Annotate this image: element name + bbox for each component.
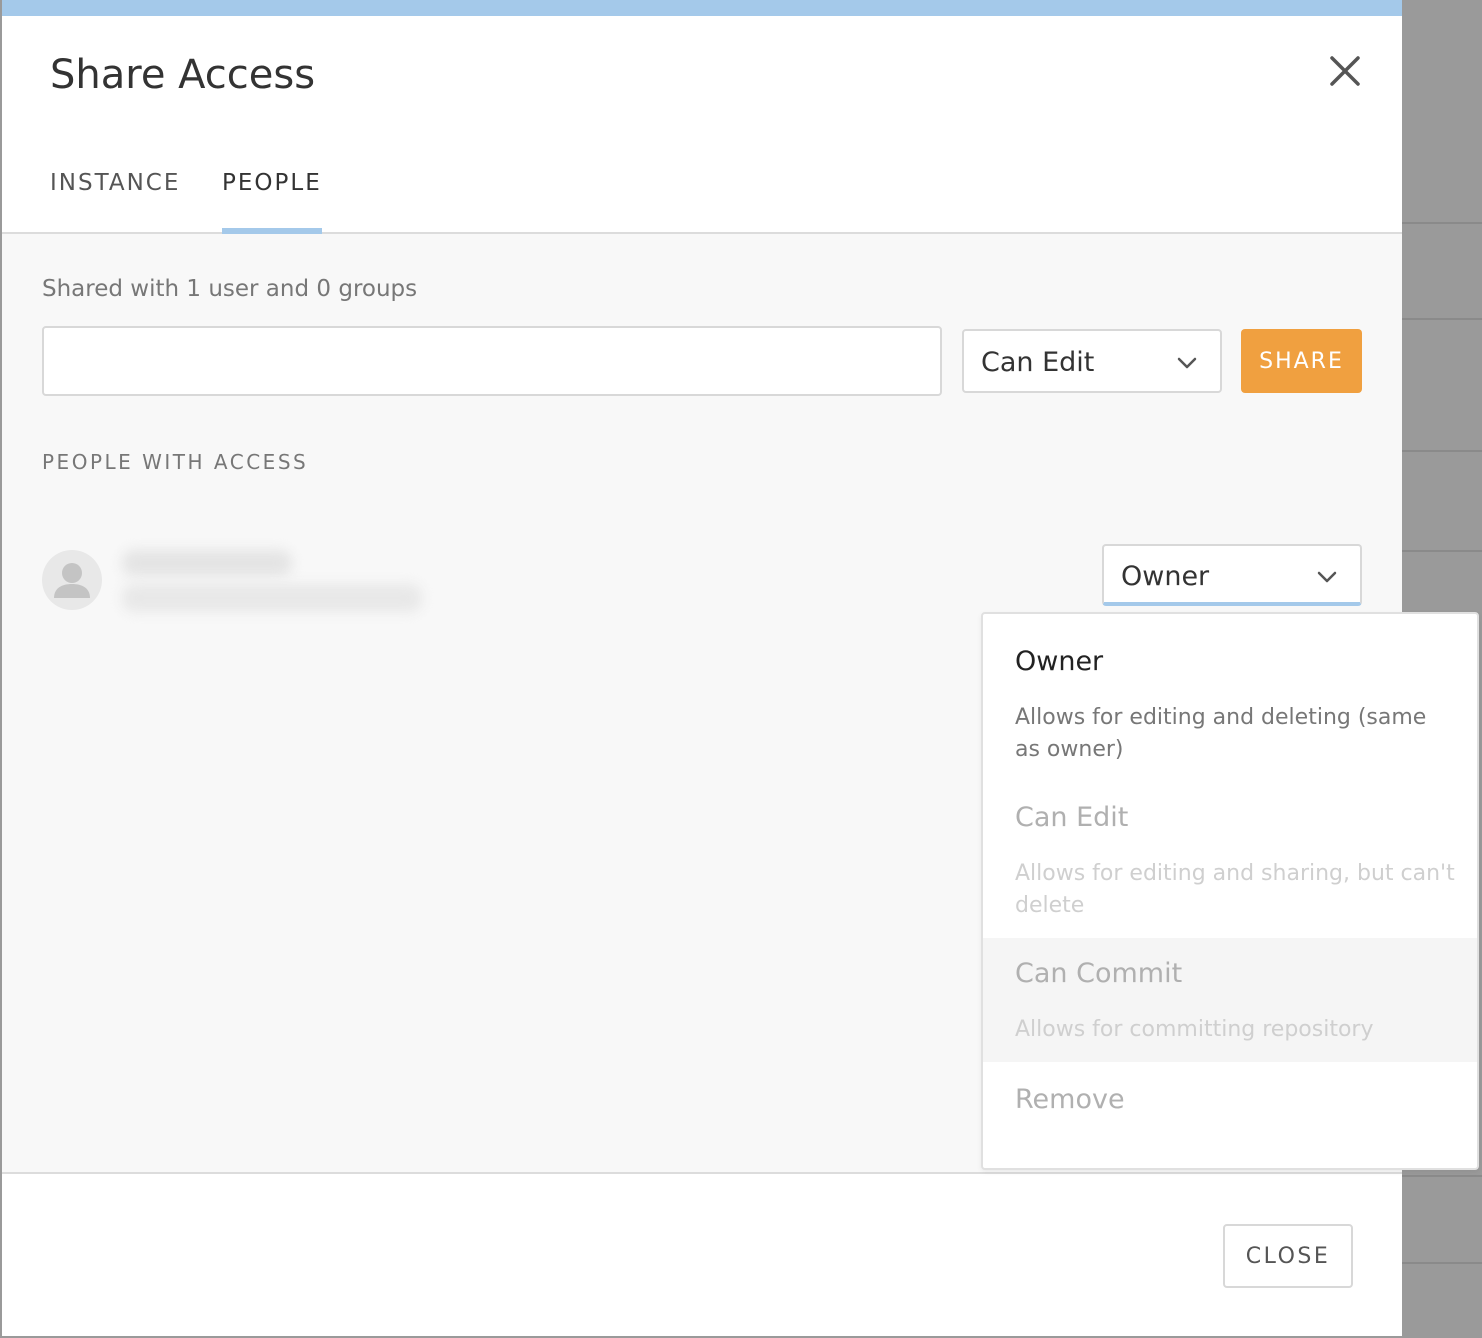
role-option-description: Allows for committing repository	[1015, 1017, 1374, 1042]
permission-select-value: Can Edit	[981, 347, 1095, 378]
redacted-user-name	[122, 550, 292, 576]
user-role-value: Owner	[1121, 561, 1210, 592]
role-option-title: Can Commit	[1015, 958, 1183, 989]
backdrop-divider	[1402, 1262, 1482, 1264]
dialog-accent-bar	[2, 0, 1402, 16]
redacted-user-email	[122, 584, 422, 612]
chevron-down-icon	[1317, 571, 1337, 583]
role-option-title: Remove	[1015, 1084, 1125, 1115]
close-icon[interactable]	[1320, 50, 1366, 96]
role-option-title: Owner	[1015, 646, 1104, 677]
share-user-input[interactable]	[42, 326, 942, 396]
close-button[interactable]: CLOSE	[1223, 1224, 1353, 1288]
tab-instance-label: INSTANCE	[50, 170, 181, 196]
user-role-select[interactable]: Owner	[1102, 544, 1362, 606]
backdrop-divider	[1402, 318, 1482, 320]
role-option-title: Can Edit	[1015, 802, 1129, 833]
role-option-can-commit[interactable]: Can Commit Allows for committing reposit…	[983, 938, 1477, 1062]
tab-people-label: PEOPLE	[222, 170, 322, 196]
backdrop-divider	[1402, 550, 1482, 552]
user-avatar-icon	[42, 550, 102, 610]
share-button[interactable]: SHARE	[1241, 329, 1362, 393]
tab-instance[interactable]: INSTANCE	[50, 170, 180, 232]
permission-select[interactable]: Can Edit	[962, 329, 1222, 393]
role-option-description: Allows for editing and deleting (same as…	[1015, 705, 1427, 762]
role-option-can-edit[interactable]: Can Edit Allows for editing and sharing,…	[983, 784, 1477, 938]
role-option-description: Allows for editing and sharing, but can'…	[1015, 861, 1455, 918]
dialog-title: Share Access	[50, 52, 316, 98]
backdrop-divider	[1402, 222, 1482, 224]
shared-summary-text: Shared with 1 user and 0 groups	[42, 276, 418, 302]
chevron-down-icon	[1177, 357, 1197, 369]
role-option-owner[interactable]: Owner Allows for editing and deleting (s…	[983, 614, 1477, 784]
people-with-access-heading: PEOPLE WITH ACCESS	[42, 450, 309, 474]
tab-bar: INSTANCE PEOPLE	[2, 150, 1402, 234]
tab-people[interactable]: PEOPLE	[222, 170, 322, 234]
role-dropdown-menu: Owner Allows for editing and deleting (s…	[981, 612, 1479, 1170]
backdrop-divider	[1402, 450, 1482, 452]
backdrop-divider	[1402, 1175, 1482, 1177]
role-option-remove[interactable]: Remove	[983, 1062, 1477, 1168]
